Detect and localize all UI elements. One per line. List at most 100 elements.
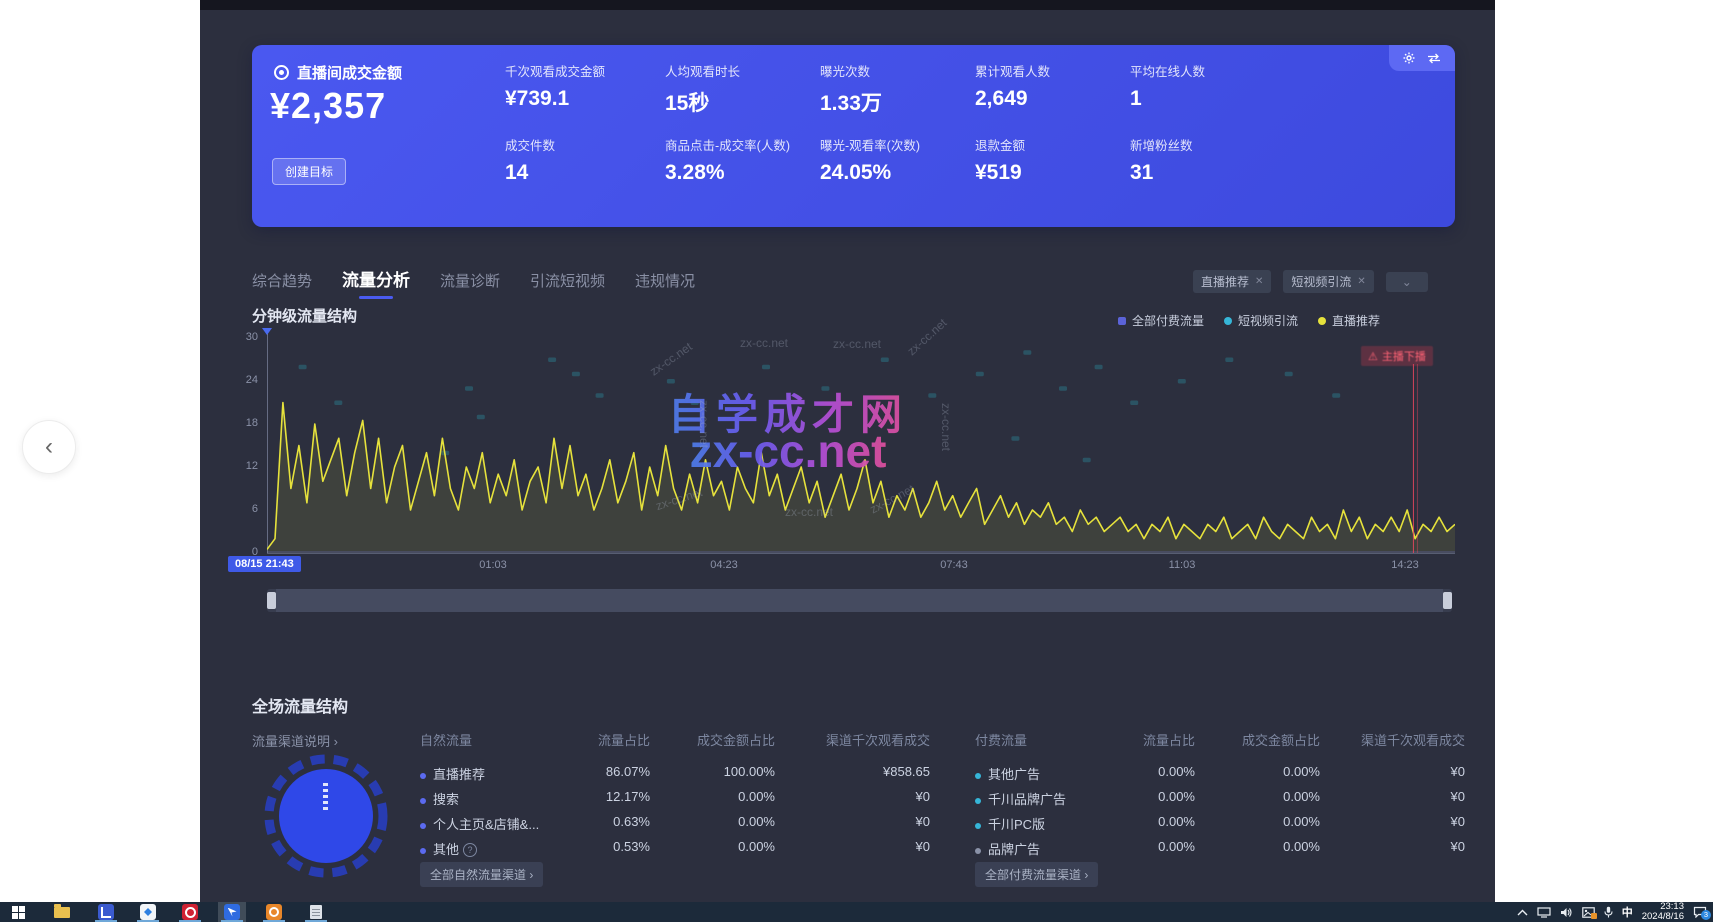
metric-label: 退款金额	[975, 135, 1145, 154]
legend-label: 短视频引流	[1238, 312, 1298, 329]
tab-short-video[interactable]: 引流短视频	[530, 270, 605, 299]
cell-share: 86.07%	[560, 764, 650, 779]
cell-gmv-share: 0.00%	[1215, 764, 1320, 779]
cell-share: 0.00%	[1105, 839, 1195, 854]
column-header: 成交金额占比	[1215, 730, 1320, 749]
file-explorer-button[interactable]	[48, 902, 76, 922]
column-header: 流量占比	[560, 730, 650, 749]
legend-item-live-recommend[interactable]: 直播推荐	[1318, 312, 1380, 329]
metric-card: 曝光-观看率(次数) 24.05%	[820, 135, 990, 185]
column-header: 渠道千次观看成交	[1325, 730, 1465, 749]
taskbar-app-4-active[interactable]	[218, 902, 246, 922]
metric-card: 累计观看人数 2,649	[975, 61, 1145, 111]
back-button[interactable]: ‹	[22, 420, 76, 474]
x-axis-start-label[interactable]: 08/15 21:43	[228, 556, 301, 572]
metric-label: 成交件数	[505, 135, 675, 154]
app-icon	[224, 904, 240, 920]
create-goal-button[interactable]: 创建目标	[272, 158, 346, 185]
table-row[interactable]: 其他?	[420, 839, 477, 858]
slider-track[interactable]	[276, 589, 1443, 612]
cell-gmv-share: 100.00%	[670, 764, 775, 779]
x-tick: 01:03	[479, 559, 507, 571]
slider-handle-left[interactable]	[267, 592, 276, 609]
metric-card: 平均在线人数 1	[1130, 61, 1300, 111]
cell-share: 12.17%	[560, 789, 650, 804]
taskbar-app-6[interactable]	[302, 902, 330, 922]
volume-icon[interactable]	[1560, 907, 1573, 918]
filter-chip-live-recommend[interactable]: 直播推荐 ✕	[1193, 270, 1271, 293]
notepad-icon	[310, 905, 322, 919]
network-icon[interactable]	[1537, 907, 1551, 918]
taskbar-clock[interactable]: 23:13 2024/8/16	[1642, 902, 1684, 922]
taskbar-app-5[interactable]	[260, 902, 288, 922]
windows-logo-icon	[12, 906, 25, 919]
tray-expand-chevron-icon[interactable]	[1517, 909, 1528, 916]
metric-value: 1.33万	[820, 87, 990, 117]
gmv-banner: 直播间成交金额 ¥2,357 创建目标 千次观看成交金额 ¥739.1 人均观看…	[252, 45, 1455, 227]
traffic-donut-chart[interactable]	[260, 750, 392, 882]
metric-value: ¥739.1	[505, 87, 675, 111]
cell-gpm: ¥0	[790, 789, 930, 804]
close-icon[interactable]: ✕	[1255, 276, 1263, 287]
tab-traffic-diagnosis[interactable]: 流量诊断	[440, 270, 500, 299]
stream-end-badge: ⚠ 主播下播	[1361, 346, 1433, 366]
x-tick: 11:03	[1169, 559, 1196, 571]
filter-chip-short-video[interactable]: 短视频引流 ✕	[1283, 270, 1373, 293]
gmv-value: ¥2,357	[270, 85, 386, 127]
legend-item-short-video[interactable]: 短视频引流	[1224, 312, 1298, 329]
chip-label: 直播推荐	[1201, 273, 1249, 290]
table-row[interactable]: 其他广告	[975, 764, 1040, 783]
help-icon[interactable]: ?	[463, 843, 477, 857]
gear-icon[interactable]	[1403, 52, 1415, 64]
metric-label: 新增粉丝数	[1130, 135, 1300, 154]
channel-help-label: 流量渠道说明	[252, 734, 330, 749]
tab-violations[interactable]: 违规情况	[635, 270, 695, 299]
cell-gmv-share: 0.00%	[670, 814, 775, 829]
channel-help-link[interactable]: 流量渠道说明 ›	[252, 731, 338, 750]
system-tray: 中 23:13 2024/8/16 3	[1517, 902, 1707, 922]
ime-indicator[interactable]: 中	[1622, 904, 1633, 920]
microphone-icon[interactable]	[1604, 906, 1613, 918]
x-tick: 14:23	[1391, 559, 1419, 571]
table-row[interactable]: 个人主页&店铺&...	[420, 814, 539, 833]
legend-item-paid[interactable]: 全部付费流量	[1118, 312, 1204, 329]
chart-legend: 全部付费流量 短视频引流 直播推荐	[1118, 312, 1380, 329]
taskbar-app-2[interactable]	[134, 902, 162, 922]
notification-center-button[interactable]: 3	[1693, 906, 1707, 918]
metric-value: 24.05%	[820, 161, 990, 185]
snip-tool-icon[interactable]	[1582, 907, 1595, 918]
y-tick: 18	[228, 417, 258, 429]
metric-label: 人均观看时长	[665, 61, 835, 80]
all-natural-channels-link[interactable]: 全部自然流量渠道 ›	[420, 862, 543, 887]
table-row[interactable]: 搜索	[420, 789, 459, 808]
table-row[interactable]: 千川PC版	[975, 814, 1045, 833]
start-button[interactable]	[4, 902, 32, 922]
cell-gpm: ¥0	[790, 839, 930, 854]
swap-icon[interactable]	[1427, 53, 1441, 64]
series-dot	[420, 798, 426, 804]
table-row[interactable]: 千川品牌广告	[975, 789, 1066, 808]
series-dot	[975, 773, 981, 779]
time-range-slider[interactable]	[267, 589, 1452, 612]
cell-gpm: ¥0	[790, 814, 930, 829]
table-row[interactable]: 品牌广告	[975, 839, 1040, 858]
column-header: 自然流量	[420, 730, 472, 749]
series-dot	[975, 798, 981, 804]
slider-handle-right[interactable]	[1443, 592, 1452, 609]
close-icon[interactable]: ✕	[1357, 276, 1365, 287]
cell-gmv-share: 0.00%	[1215, 789, 1320, 804]
cell-gmv-share: 0.00%	[1215, 814, 1320, 829]
table-row[interactable]: 直播推荐	[420, 764, 485, 783]
taskbar-app-3[interactable]	[176, 902, 204, 922]
tab-traffic-analysis[interactable]: 流量分析	[342, 266, 410, 299]
tab-overall-trend[interactable]: 综合趋势	[252, 270, 312, 299]
watermark-small: zx-cc.net	[697, 400, 711, 448]
all-paid-channels-link[interactable]: 全部付费流量渠道 ›	[975, 862, 1098, 887]
x-axis-line	[267, 553, 1455, 554]
metric-value: 31	[1130, 161, 1300, 185]
metric-label: 千次观看成交金额	[505, 61, 675, 80]
watermark-text: zx-cc.net	[690, 424, 887, 478]
taskbar-app-1[interactable]	[92, 902, 120, 922]
filter-dropdown[interactable]: ⌄	[1386, 272, 1428, 292]
cell-gmv-share: 0.00%	[670, 789, 775, 804]
